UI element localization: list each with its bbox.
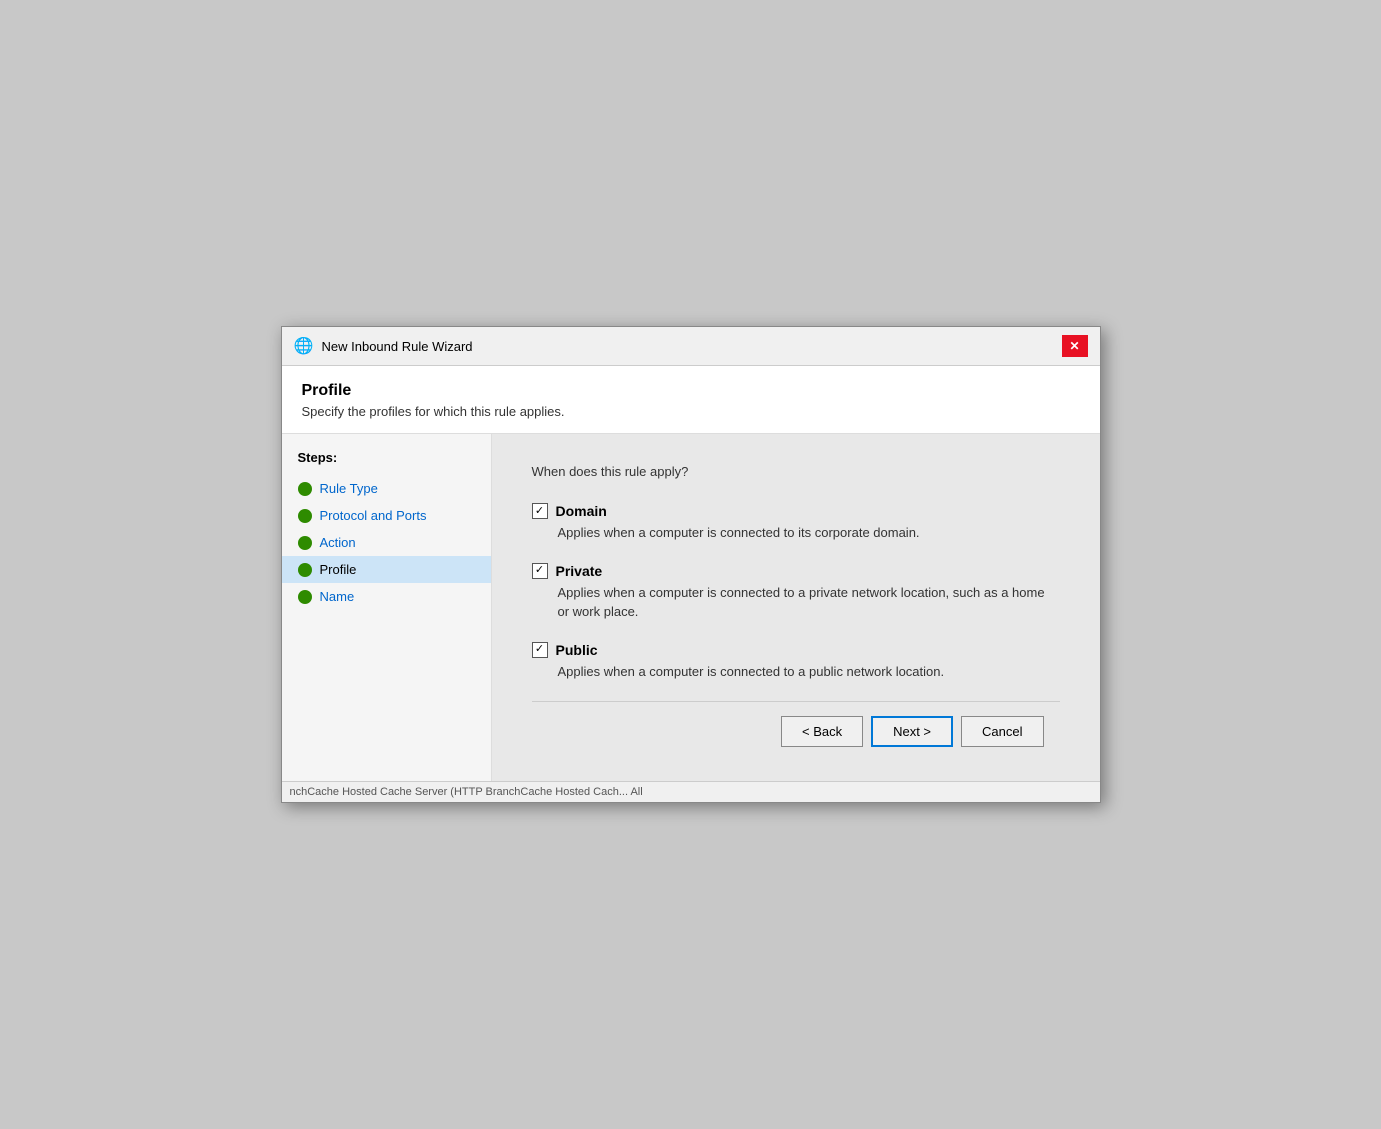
private-checkmark: ✓ bbox=[535, 565, 544, 576]
title-bar: 🌐 New Inbound Rule Wizard ✕ bbox=[282, 327, 1100, 366]
dialog-title: New Inbound Rule Wizard bbox=[322, 339, 473, 354]
wizard-icon: 🌐 bbox=[294, 336, 314, 356]
public-option-header: ✓ Public bbox=[532, 642, 1060, 658]
step-dot-protocol-and-ports bbox=[298, 509, 312, 523]
step-dot-name bbox=[298, 590, 312, 604]
step-dot-action bbox=[298, 536, 312, 550]
sidebar-item-action[interactable]: Action bbox=[282, 529, 491, 556]
taskbar-hint: nchCache Hosted Cache Server (HTTP Branc… bbox=[282, 781, 1100, 802]
public-checkbox[interactable]: ✓ bbox=[532, 642, 548, 658]
sidebar-item-name[interactable]: Name bbox=[282, 583, 491, 610]
private-option-block: ✓ Private Applies when a computer is con… bbox=[532, 563, 1060, 622]
public-option-block: ✓ Public Applies when a computer is conn… bbox=[532, 642, 1060, 682]
page-description: Specify the profiles for which this rule… bbox=[302, 404, 1080, 419]
close-button[interactable]: ✕ bbox=[1062, 335, 1088, 357]
sidebar-item-rule-type[interactable]: Rule Type bbox=[282, 475, 491, 502]
public-description: Applies when a computer is connected to … bbox=[558, 662, 1060, 682]
step-label-name: Name bbox=[320, 589, 355, 604]
step-label-protocol-and-ports: Protocol and Ports bbox=[320, 508, 427, 523]
private-label: Private bbox=[556, 563, 603, 579]
question-text: When does this rule apply? bbox=[532, 464, 1060, 479]
private-option-header: ✓ Private bbox=[532, 563, 1060, 579]
steps-panel: Steps: Rule Type Protocol and Ports Acti… bbox=[282, 434, 492, 781]
public-checkmark: ✓ bbox=[535, 644, 544, 655]
step-label-action: Action bbox=[320, 535, 356, 550]
page-title: Profile bbox=[302, 382, 1080, 400]
step-label-profile: Profile bbox=[320, 562, 357, 577]
public-label: Public bbox=[556, 642, 598, 658]
sidebar-item-profile[interactable]: Profile bbox=[282, 556, 491, 583]
dialog-header: Profile Specify the profiles for which t… bbox=[282, 366, 1100, 434]
sidebar-item-protocol-and-ports[interactable]: Protocol and Ports bbox=[282, 502, 491, 529]
main-content: When does this rule apply? ✓ Domain Appl… bbox=[492, 434, 1100, 781]
next-button[interactable]: Next > bbox=[871, 716, 953, 747]
back-button[interactable]: < Back bbox=[781, 716, 863, 747]
private-description: Applies when a computer is connected to … bbox=[558, 583, 1060, 622]
domain-checkbox[interactable]: ✓ bbox=[532, 503, 548, 519]
steps-label: Steps: bbox=[282, 450, 491, 475]
domain-description: Applies when a computer is connected to … bbox=[558, 523, 1060, 543]
step-dot-rule-type bbox=[298, 482, 312, 496]
private-checkbox[interactable]: ✓ bbox=[532, 563, 548, 579]
domain-checkmark: ✓ bbox=[535, 506, 544, 517]
title-bar-left: 🌐 New Inbound Rule Wizard bbox=[294, 336, 473, 356]
domain-label: Domain bbox=[556, 503, 607, 519]
new-inbound-rule-wizard-dialog: 🌐 New Inbound Rule Wizard ✕ Profile Spec… bbox=[281, 326, 1101, 803]
step-label-rule-type: Rule Type bbox=[320, 481, 378, 496]
cancel-button[interactable]: Cancel bbox=[961, 716, 1043, 747]
domain-option-block: ✓ Domain Applies when a computer is conn… bbox=[532, 503, 1060, 543]
dialog-footer: < Back Next > Cancel bbox=[532, 701, 1060, 761]
domain-option-header: ✓ Domain bbox=[532, 503, 1060, 519]
step-dot-profile bbox=[298, 563, 312, 577]
dialog-body: Steps: Rule Type Protocol and Ports Acti… bbox=[282, 434, 1100, 781]
